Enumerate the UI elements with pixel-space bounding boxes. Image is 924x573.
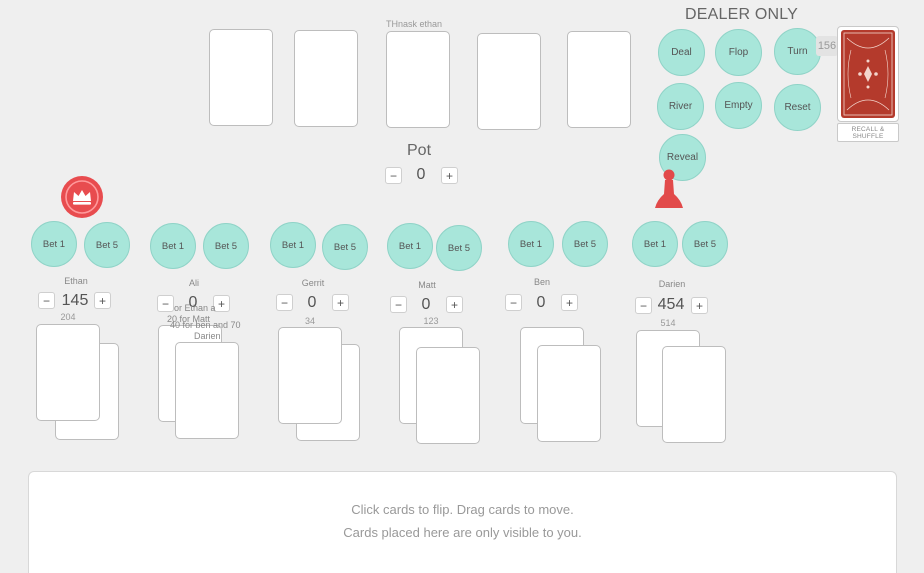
player-number: 34 (304, 316, 315, 326)
stack-plus-button[interactable]: + (332, 294, 349, 311)
player-note-line: 40 for ben and 70 (170, 320, 241, 330)
reset-button[interactable]: Reset (774, 84, 821, 131)
stack-value: 0 (307, 294, 317, 311)
player-name: Darien (658, 279, 686, 289)
stack-plus-button[interactable]: + (691, 297, 708, 314)
hand-instructions-line2: Cards placed here are only visible to yo… (343, 525, 582, 540)
recall-shuffle-button[interactable]: RECALL & SHUFFLE (837, 123, 899, 142)
bet-5-button[interactable]: Bet 5 (84, 222, 130, 268)
bet-1-button[interactable]: Bet 1 (270, 222, 316, 268)
stack-plus-button[interactable]: + (213, 295, 230, 312)
player-card[interactable] (175, 342, 239, 439)
stack-minus-button[interactable]: − (276, 294, 293, 311)
player-card[interactable] (36, 324, 100, 421)
bet-1-button[interactable]: Bet 1 (31, 221, 77, 267)
private-hand-area[interactable]: Click cards to flip. Drag cards to move.… (28, 471, 897, 573)
recall-label-line1: RECALL & (851, 126, 885, 133)
community-card-5[interactable] (567, 31, 631, 128)
stack-minus-button[interactable]: − (157, 295, 174, 312)
stack-plus-button[interactable]: + (94, 292, 111, 309)
crown-icon[interactable] (60, 175, 104, 219)
stack-minus-button[interactable]: − (505, 294, 522, 311)
deck-count: 156 (816, 36, 838, 56)
stack-value: 0 (421, 296, 431, 313)
community-card-3[interactable] (386, 31, 450, 128)
player-note-line: Darien (194, 331, 221, 341)
pot-plus-button[interactable]: + (441, 167, 458, 184)
stack-minus-button[interactable]: − (38, 292, 55, 309)
community-card-2[interactable] (294, 30, 358, 127)
player-name: Ethan (64, 276, 88, 286)
empty-button[interactable]: Empty (715, 82, 762, 129)
stack-value: 145 (61, 292, 89, 309)
stack-plus-button[interactable]: + (446, 296, 463, 313)
player-name: Ali (188, 278, 199, 288)
bet-1-button[interactable]: Bet 1 (387, 223, 433, 269)
turn-button[interactable]: Turn (774, 28, 821, 75)
bet-5-button[interactable]: Bet 5 (436, 225, 482, 271)
bet-5-button[interactable]: Bet 5 (203, 223, 249, 269)
recall-label-line2: SHUFFLE (852, 133, 884, 140)
stack-minus-button[interactable]: − (390, 296, 407, 313)
bet-5-button[interactable]: Bet 5 (562, 221, 608, 267)
player-note-line: or Ethan a (174, 303, 216, 313)
flop-button[interactable]: Flop (715, 29, 762, 76)
deal-button[interactable]: Deal (658, 29, 705, 76)
deck[interactable] (837, 26, 899, 122)
bet-5-button[interactable]: Bet 5 (322, 224, 368, 270)
player-card[interactable] (278, 327, 342, 424)
hand-instructions-line1: Click cards to flip. Drag cards to move. (351, 502, 574, 517)
bet-1-button[interactable]: Bet 1 (508, 221, 554, 267)
pot-label: Pot (407, 142, 432, 159)
player-card[interactable] (416, 347, 480, 444)
stack-value: 0 (536, 294, 546, 311)
player-card[interactable] (537, 345, 601, 442)
bet-1-button[interactable]: Bet 1 (150, 223, 196, 269)
bet-5-button[interactable]: Bet 5 (682, 221, 728, 267)
pot-minus-button[interactable]: − (385, 167, 402, 184)
stack-value: 454 (657, 296, 685, 313)
player-name: Gerrit (301, 278, 325, 288)
community-note: THnask ethan (386, 19, 443, 29)
player-card[interactable] (662, 346, 726, 443)
stack-minus-button[interactable]: − (635, 297, 652, 314)
stack-plus-button[interactable]: + (561, 294, 578, 311)
bet-1-button[interactable]: Bet 1 (632, 221, 678, 267)
player-number: 123 (423, 316, 439, 326)
player-name: Matt (418, 280, 436, 290)
dealer-only-title: DEALER ONLY (685, 6, 799, 23)
pawn-icon[interactable] (654, 168, 684, 210)
community-card-1[interactable] (209, 29, 273, 126)
player-name: Ben (533, 277, 550, 287)
river-button[interactable]: River (657, 83, 704, 130)
player-number: 204 (60, 312, 76, 322)
community-card-4[interactable] (477, 33, 541, 130)
card-back-ornament-icon (843, 32, 893, 116)
player-number: 514 (660, 318, 676, 328)
pot-value: 0 (416, 166, 426, 183)
card-back-pattern (841, 30, 895, 118)
